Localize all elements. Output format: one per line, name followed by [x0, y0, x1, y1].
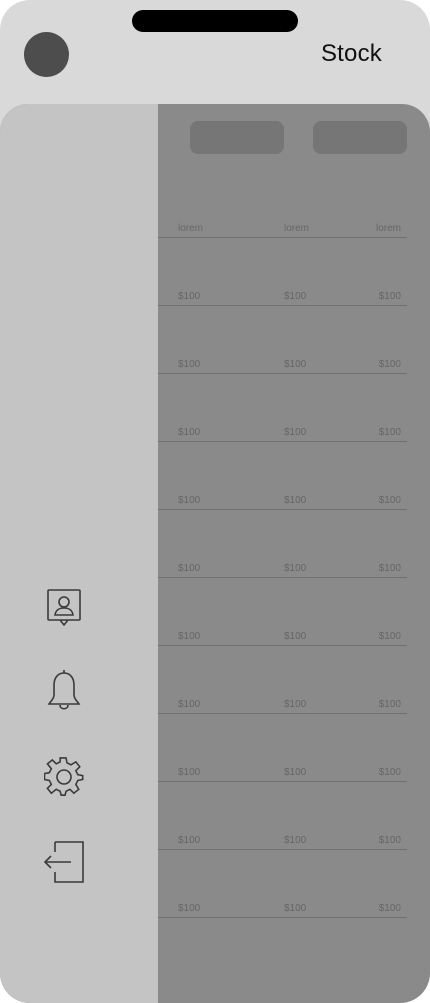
- table-cell: $100: [378, 291, 401, 302]
- table-cell: $100: [284, 427, 307, 438]
- avatar[interactable]: [24, 32, 69, 77]
- table-cell: $100: [284, 563, 307, 574]
- table-cell: $100: [378, 427, 401, 438]
- camera-notch: [132, 10, 298, 32]
- filter-button-2[interactable]: [313, 121, 407, 154]
- table-cell: $100: [378, 563, 401, 574]
- table-cell: $100: [178, 359, 201, 370]
- table-cell: $100: [378, 359, 401, 370]
- table-cell: $100: [178, 291, 201, 302]
- table-cell: $100: [378, 699, 401, 710]
- logout-icon[interactable]: [41, 839, 87, 885]
- column-header: lorem: [284, 223, 310, 234]
- table-cell: $100: [178, 427, 201, 438]
- table-cell: $100: [284, 291, 307, 302]
- filter-button-1[interactable]: [190, 121, 284, 154]
- contact-icon[interactable]: [41, 585, 87, 631]
- table-cell: $100: [284, 699, 307, 710]
- column-header: lorem: [375, 223, 401, 234]
- phone-screen: Stock lorem lorem lorem $100 $100 $100 $…: [0, 0, 430, 1003]
- table-cell: $100: [378, 767, 401, 778]
- table-cell: $100: [178, 563, 201, 574]
- table-cell: $100: [178, 631, 201, 642]
- table-cell: $100: [178, 767, 201, 778]
- table-cell: $100: [178, 835, 201, 846]
- table-cell: $100: [378, 495, 401, 506]
- gear-icon[interactable]: [41, 754, 87, 800]
- column-header: lorem: [178, 223, 204, 234]
- table-cell: $100: [284, 767, 307, 778]
- table-cell: $100: [284, 835, 307, 846]
- table-cell: $100: [378, 631, 401, 642]
- table-cell: $100: [284, 903, 307, 914]
- table-cell: $100: [284, 359, 307, 370]
- table-cell: $100: [284, 495, 307, 506]
- table-cell: $100: [378, 903, 401, 914]
- table-cell: $100: [178, 699, 201, 710]
- table-cell: $100: [178, 495, 201, 506]
- bell-icon[interactable]: [41, 668, 87, 714]
- table-cell: $100: [178, 903, 201, 914]
- table-cell: $100: [284, 631, 307, 642]
- side-drawer: [0, 104, 158, 1003]
- table-cell: $100: [378, 835, 401, 846]
- page-title: Stock: [320, 40, 382, 67]
